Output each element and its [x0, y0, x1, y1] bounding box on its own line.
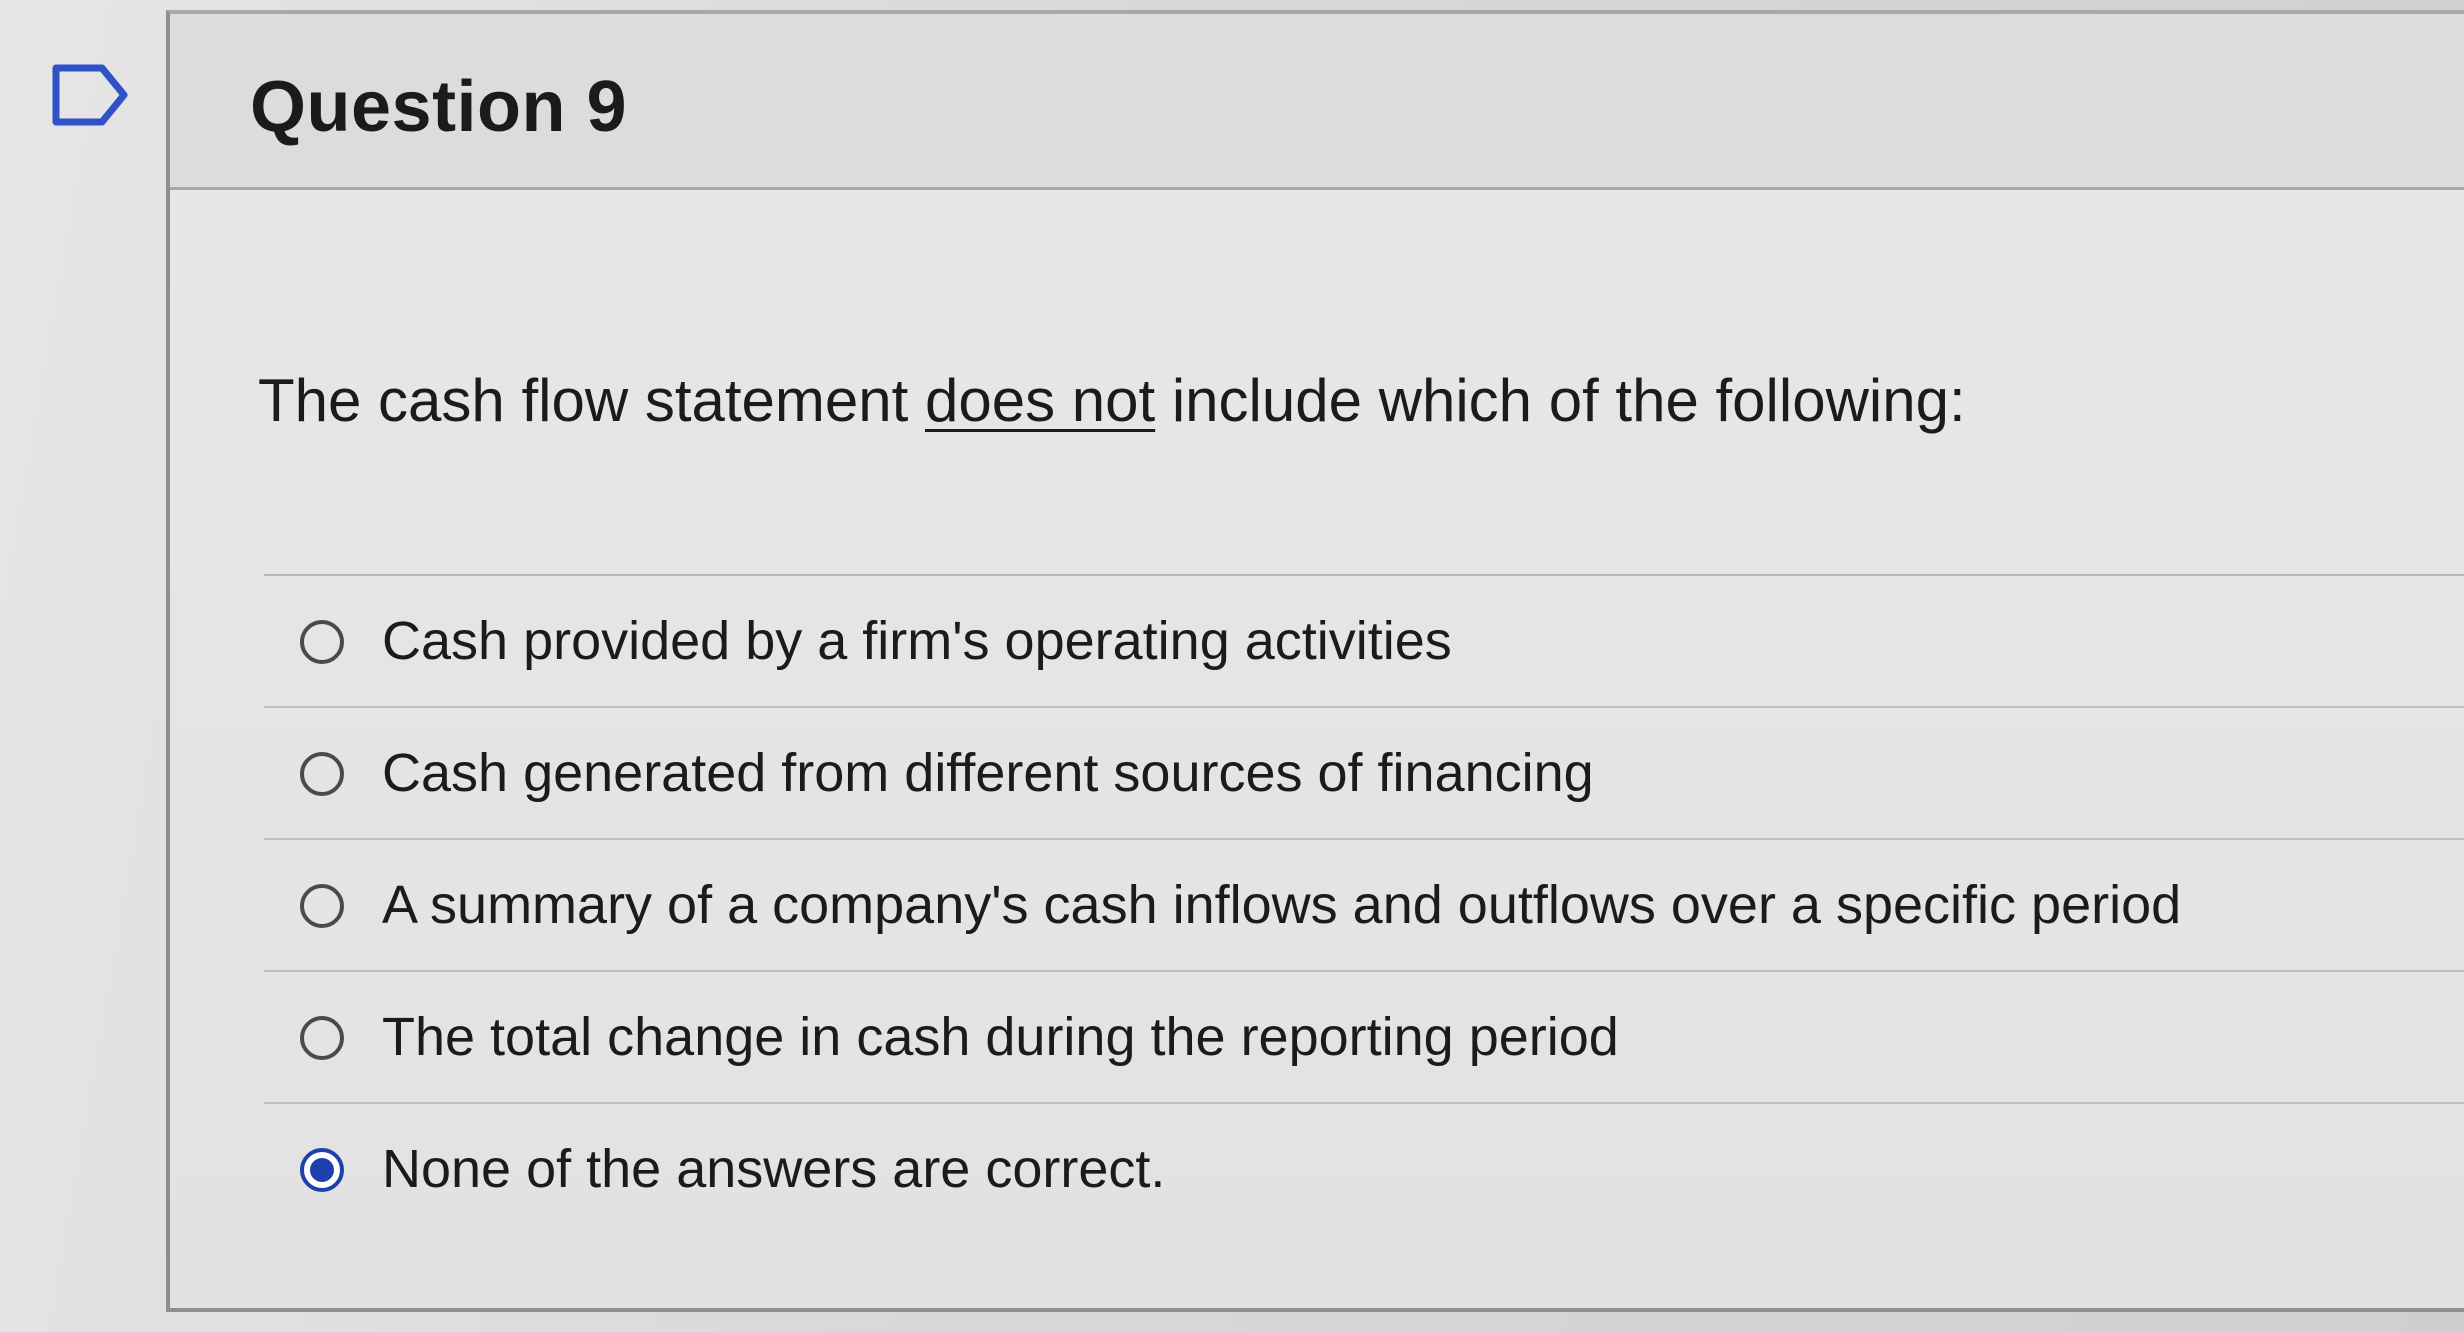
question-header: Question 9	[170, 14, 2464, 190]
answer-option-1[interactable]: Cash provided by a firm's operating acti…	[264, 576, 2464, 708]
prompt-text-after: include which of the following:	[1155, 367, 1966, 434]
question-title: Question 9	[250, 67, 628, 147]
answer-option-3[interactable]: A summary of a company's cash inflows an…	[264, 840, 2464, 972]
answer-label[interactable]: Cash generated from different sources of…	[382, 742, 1594, 804]
answer-option-4[interactable]: The total change in cash during the repo…	[264, 972, 2464, 1104]
flag-question-icon[interactable]	[52, 64, 128, 126]
question-prompt: The cash flow statement does not include…	[258, 366, 1966, 435]
answer-label[interactable]: None of the answers are correct.	[382, 1138, 1165, 1200]
answer-label[interactable]: Cash provided by a firm's operating acti…	[382, 610, 1452, 672]
prompt-text-before: The cash flow statement	[258, 367, 925, 434]
answer-option-2[interactable]: Cash generated from different sources of…	[264, 708, 2464, 840]
radio-button-selected[interactable]	[300, 1148, 344, 1192]
prompt-emphasis: does not	[924, 367, 1156, 434]
answer-option-5[interactable]: None of the answers are correct.	[264, 1104, 2464, 1236]
question-card: Question 9 The cash flow statement does …	[166, 10, 2464, 1312]
radio-button[interactable]	[300, 1016, 344, 1060]
answer-label[interactable]: A summary of a company's cash inflows an…	[382, 874, 2181, 936]
radio-button[interactable]	[300, 752, 344, 796]
radio-button[interactable]	[300, 620, 344, 664]
answer-list: Cash provided by a firm's operating acti…	[264, 574, 2464, 1236]
radio-button[interactable]	[300, 884, 344, 928]
answer-label[interactable]: The total change in cash during the repo…	[382, 1006, 1619, 1068]
